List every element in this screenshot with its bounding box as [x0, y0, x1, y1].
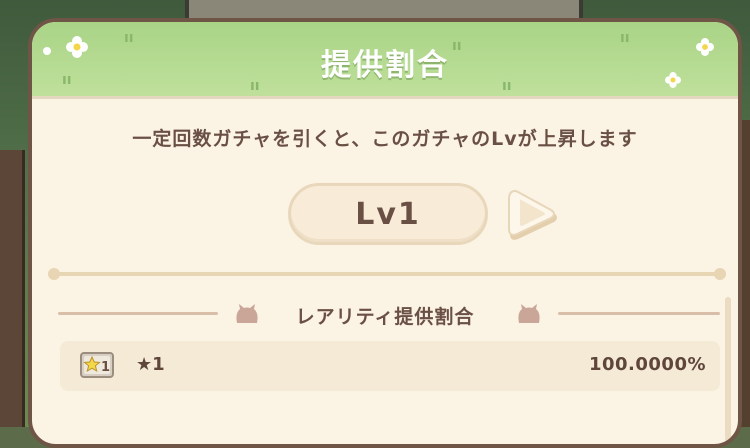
rarity-badge-text: 1	[101, 360, 110, 375]
background-post-left	[0, 150, 25, 427]
modal-title: 提供割合	[321, 48, 449, 83]
rarity-rate-section-title: レアリティ提供割合	[295, 306, 475, 328]
list-scrollbar[interactable]	[725, 297, 731, 444]
modal-header: ıı ıı ıı ıı ıı ıı 提供割合	[32, 22, 738, 99]
drop-rate-modal: ıı ıı ıı ıı ıı ıı 提供割合 一定回数ガチャを引くと、このガチャ…	[28, 18, 742, 448]
rarity-rate: 100.0000%	[588, 354, 706, 375]
rarity-name: ★1	[136, 354, 165, 375]
level-description: 一定回数ガチャを引くと、このガチャのLvが上昇します	[132, 128, 638, 150]
level-progress-track	[52, 272, 722, 276]
star-rarity-badge-icon: 1	[80, 352, 114, 378]
level-progress-start-dot	[48, 268, 60, 280]
gacha-level-label: Lv1	[355, 196, 421, 232]
gacha-level-display: Lv1	[288, 183, 488, 245]
level-progress-end-dot	[714, 268, 726, 280]
next-level-button[interactable]	[506, 186, 562, 248]
rarity-row: 1 ★1 100.0000%	[60, 341, 720, 391]
